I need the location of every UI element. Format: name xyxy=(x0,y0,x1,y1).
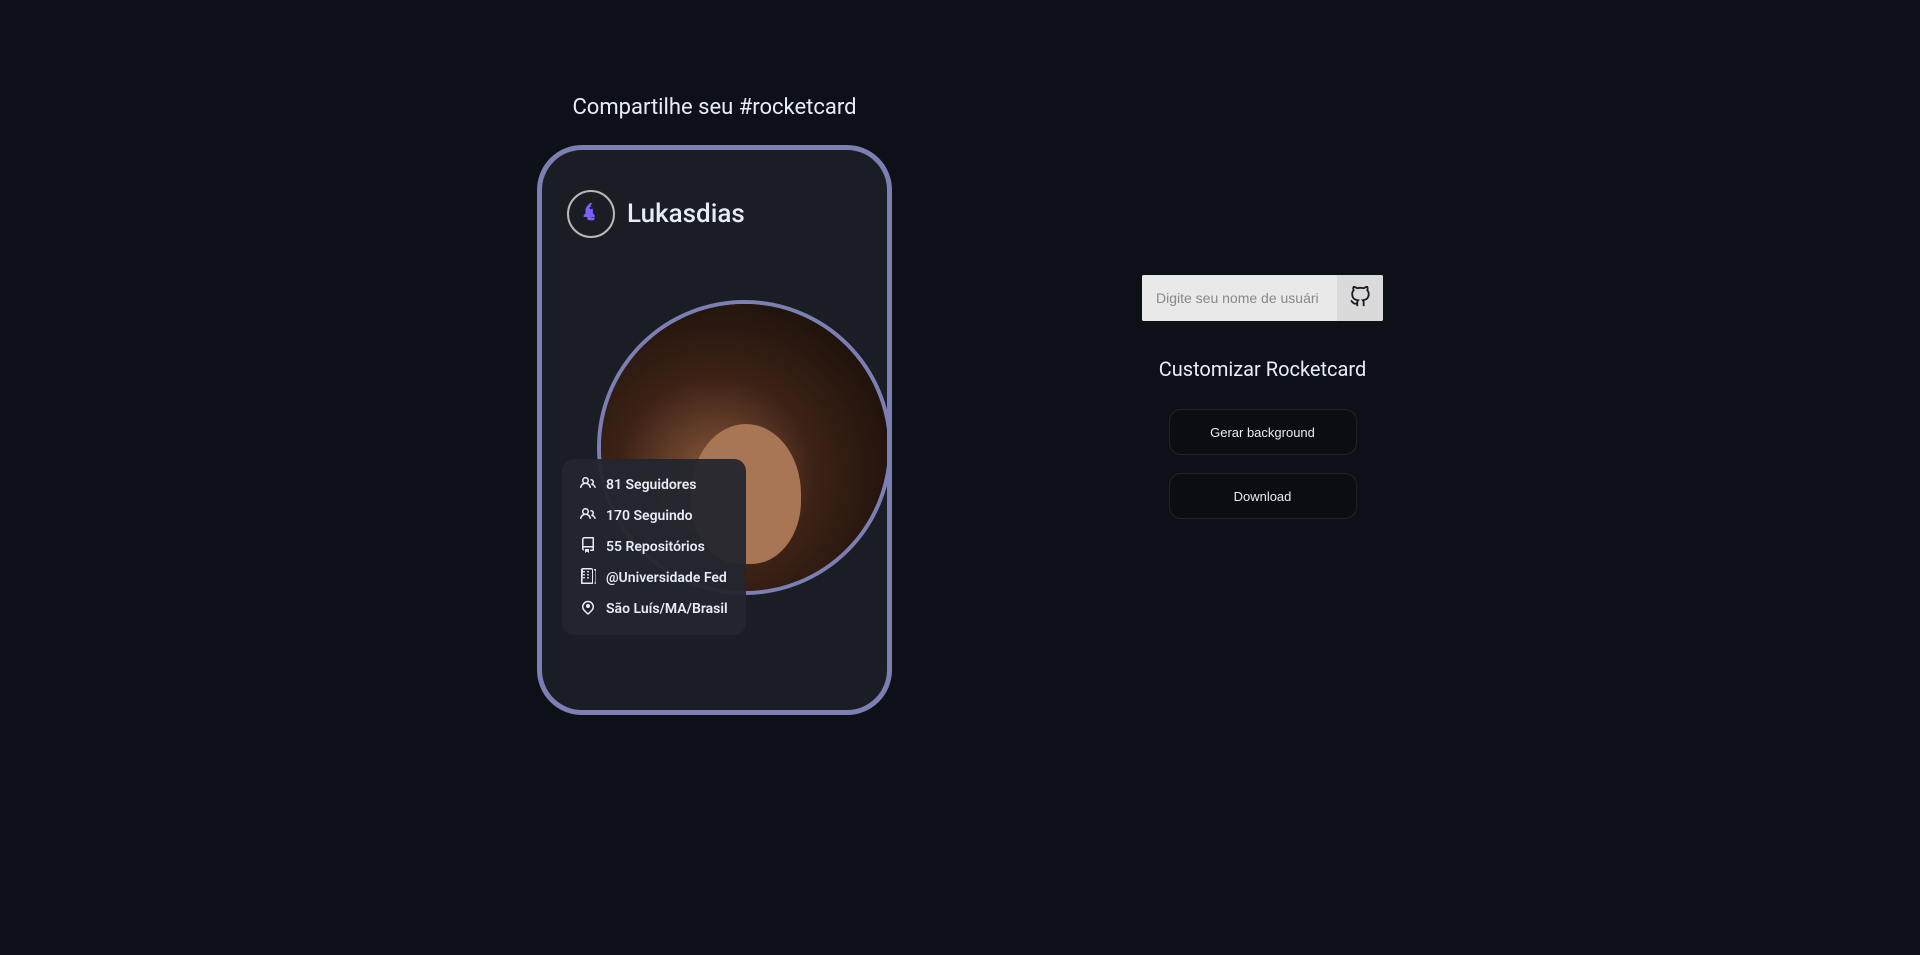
rocket-icon xyxy=(580,201,602,227)
repos-text: 55 Repositórios xyxy=(606,539,705,555)
download-button[interactable]: Download xyxy=(1169,473,1357,519)
generate-background-button[interactable]: Gerar background xyxy=(1169,409,1357,455)
stat-repos: 55 Repositórios xyxy=(580,537,728,557)
location-text: São Luís/MA/Brasil xyxy=(606,601,728,617)
stat-followers: 81 Seguidores xyxy=(580,475,728,495)
username-input[interactable] xyxy=(1142,275,1337,321)
username: Lukasdias xyxy=(627,199,745,229)
repo-icon xyxy=(580,537,596,557)
search-container xyxy=(1142,275,1383,321)
customize-title: Customizar Rocketcard xyxy=(1159,357,1367,381)
following-text: 170 Seguindo xyxy=(606,508,693,524)
rocket-card: Lukasdias 81 Seguidores xyxy=(537,145,892,715)
search-button[interactable] xyxy=(1337,275,1383,321)
stat-location: São Luís/MA/Brasil xyxy=(580,599,728,619)
github-icon xyxy=(1349,286,1371,311)
share-title: Compartilhe seu #rocketcard xyxy=(572,95,856,120)
location-icon xyxy=(580,599,596,619)
building-icon xyxy=(580,568,596,588)
card-header: Lukasdias xyxy=(567,190,887,238)
stat-company: @Universidade Fed xyxy=(580,568,728,588)
followers-text: 81 Seguidores xyxy=(606,477,696,493)
company-text: @Universidade Fed xyxy=(606,570,727,586)
people-icon xyxy=(580,475,596,495)
rocket-badge xyxy=(567,190,615,238)
stat-following: 170 Seguindo xyxy=(580,506,728,526)
people-icon xyxy=(580,506,596,526)
stats-box: 81 Seguidores 170 Seguindo xyxy=(562,459,746,635)
